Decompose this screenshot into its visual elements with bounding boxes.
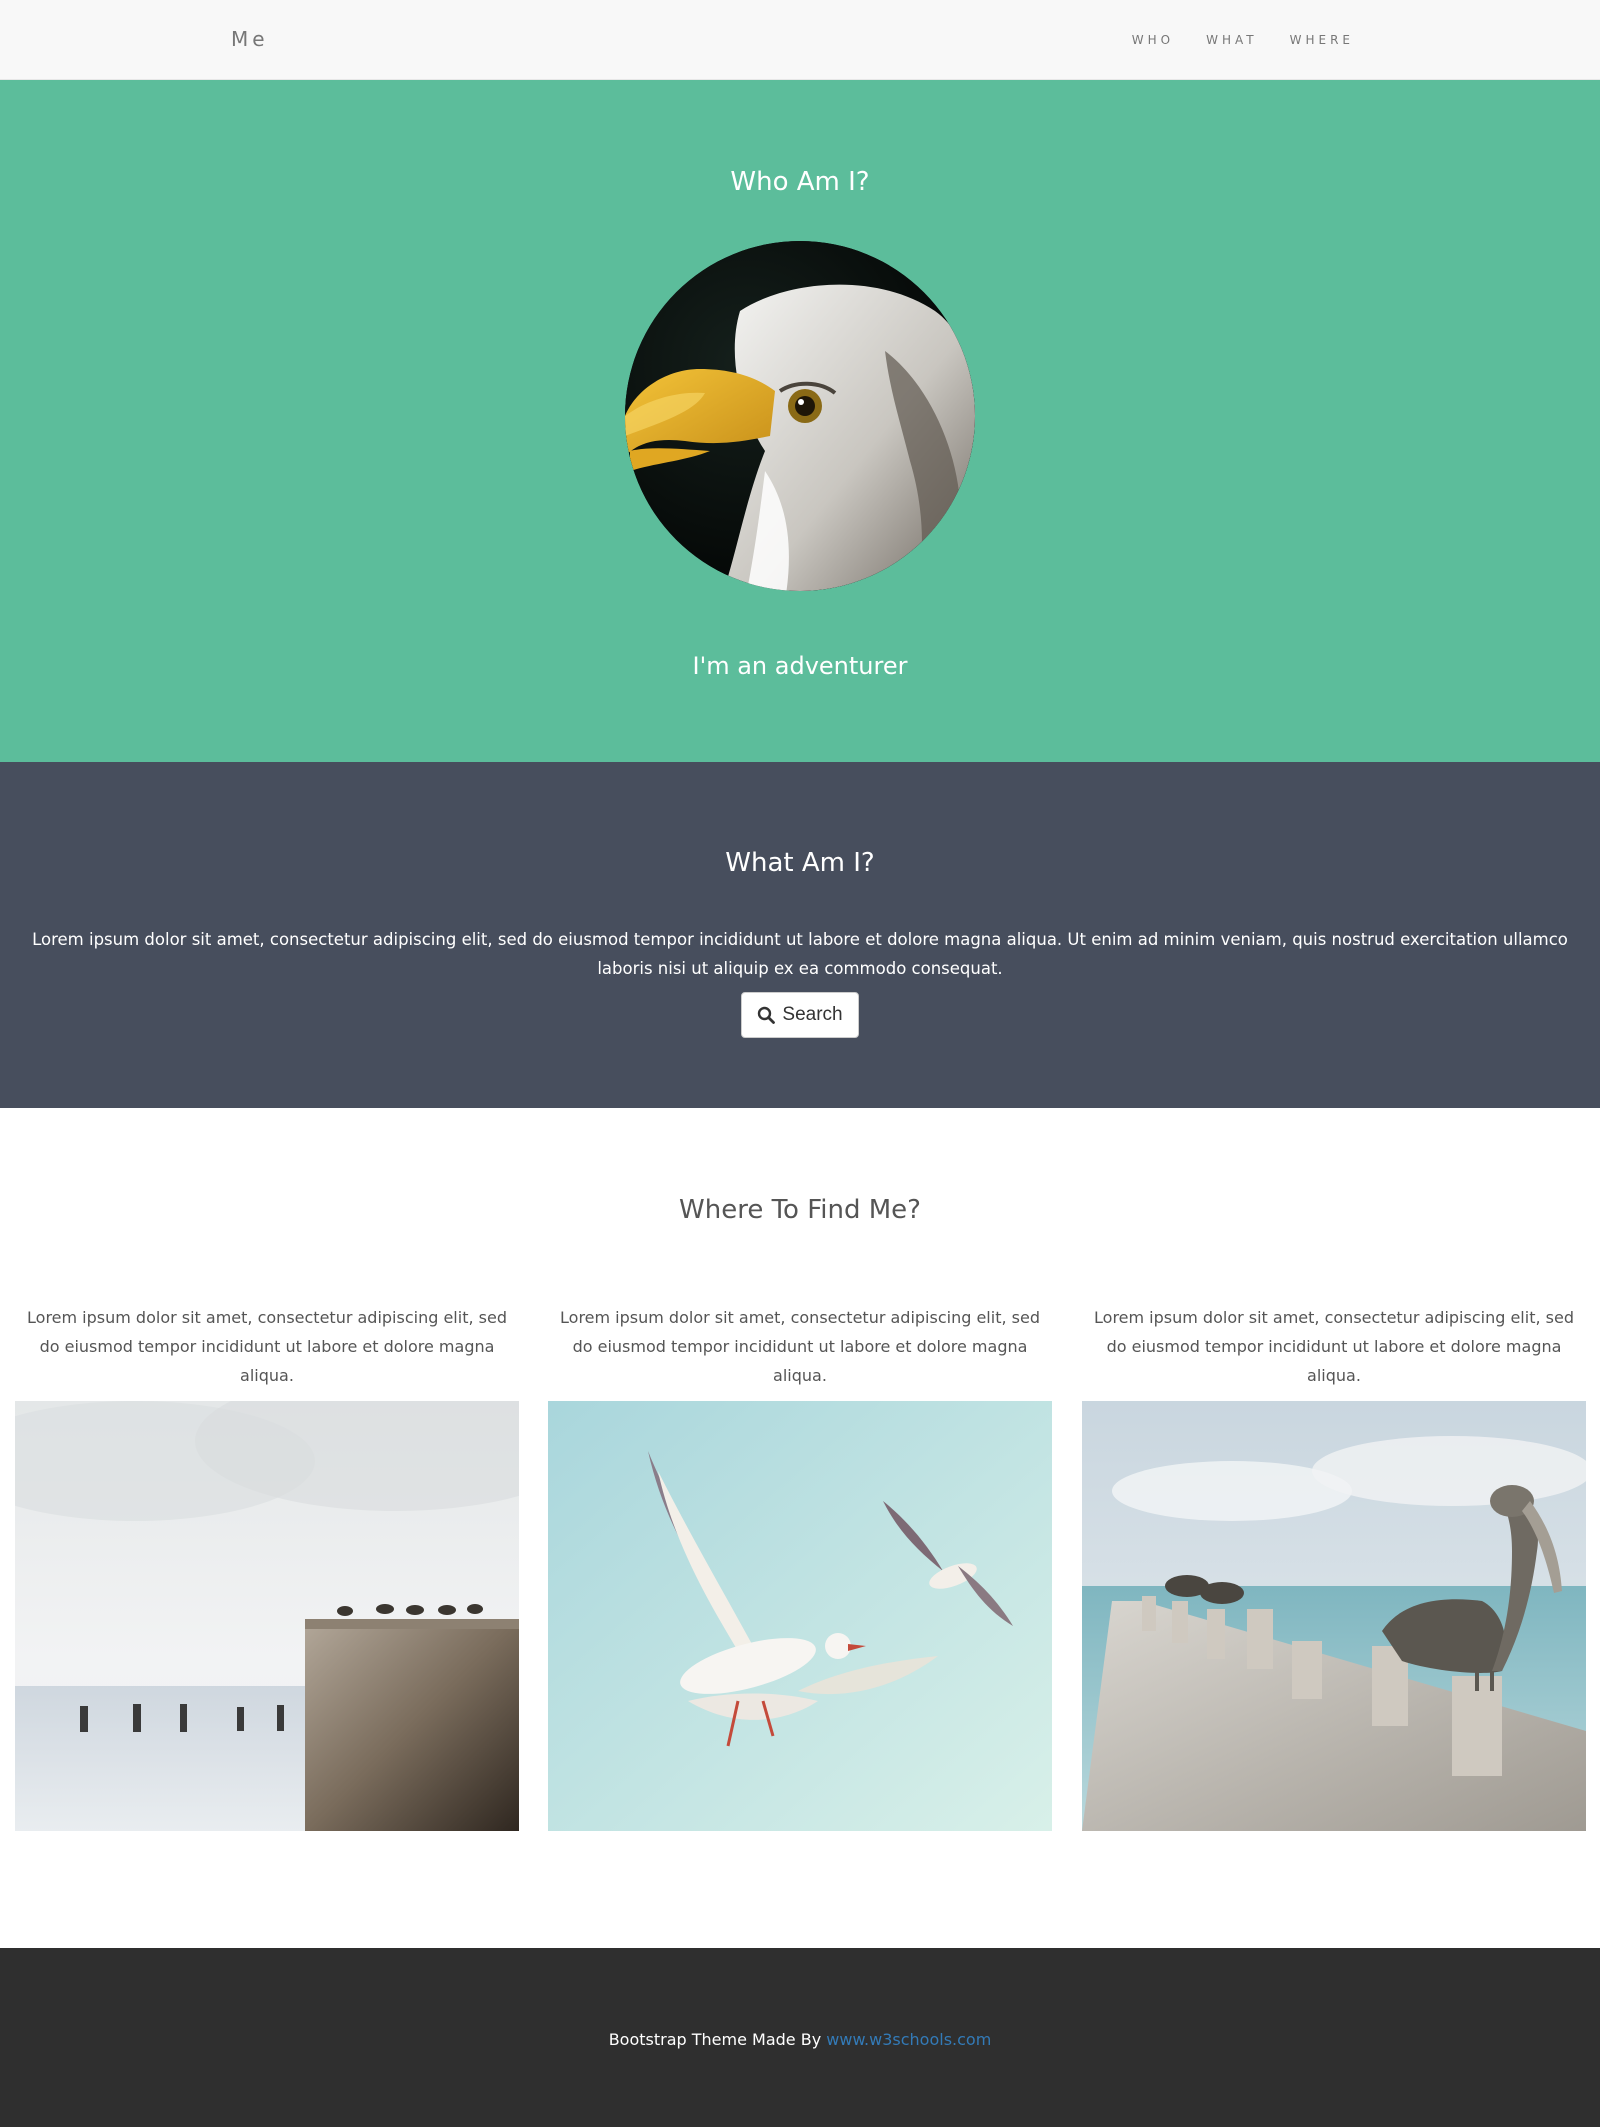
navbar-brand[interactable]: Me <box>231 27 269 51</box>
who-title: Who Am I? <box>730 167 870 197</box>
where-column-1: Lorem ipsum dolor sit amet, consectetur … <box>15 1303 519 1831</box>
navbar: Me WHO WHAT WHERE <box>0 0 1600 80</box>
nav-link-where[interactable]: WHERE <box>1290 33 1354 47</box>
who-subtitle: I'm an adventurer <box>692 652 908 680</box>
where-column-2: Lorem ipsum dolor sit amet, consectetur … <box>548 1303 1052 1831</box>
what-paragraph: Lorem ipsum dolor sit amet, consectetur … <box>32 930 1568 978</box>
footer-credit: Bootstrap Theme Made By <box>608 2030 827 2049</box>
where-column-text: Lorem ipsum dolor sit amet, consectetur … <box>560 1308 1040 1385</box>
eagle-avatar-image <box>625 241 975 591</box>
what-title: What Am I? <box>725 848 875 878</box>
nav-link-who[interactable]: WHO <box>1132 33 1174 47</box>
footer-text: Bootstrap Theme Made By www.w3schools.co… <box>0 2030 1600 2049</box>
where-column-text: Lorem ipsum dolor sit amet, consectetur … <box>27 1308 507 1385</box>
where-section: Where To Find Me? Lorem ipsum dolor sit … <box>0 1108 1600 1948</box>
pelican-dock-image <box>1082 1401 1586 1831</box>
what-section: What Am I? Lorem ipsum dolor sit amet, c… <box>0 762 1600 1108</box>
nav-link-what[interactable]: WHAT <box>1206 33 1258 47</box>
where-column-text: Lorem ipsum dolor sit amet, consectetur … <box>1094 1308 1574 1385</box>
where-title: Where To Find Me? <box>679 1195 921 1225</box>
who-section: Who Am I? I'm an adventurer <box>0 80 1600 762</box>
footer-link[interactable]: www.w3schools.com <box>826 2030 991 2049</box>
eagle-illustration <box>625 241 975 591</box>
seagulls-flying-image <box>548 1401 1052 1831</box>
where-column-3: Lorem ipsum dolor sit amet, consectetur … <box>1082 1303 1586 1831</box>
birds-on-pier-image <box>15 1401 519 1831</box>
search-icon <box>758 1006 776 1024</box>
search-button-label: Search <box>782 1004 843 1025</box>
nav-links: WHO WHAT WHERE <box>1132 33 1354 47</box>
search-button[interactable]: Search <box>741 992 859 1038</box>
footer: Bootstrap Theme Made By www.w3schools.co… <box>0 1948 1600 2127</box>
